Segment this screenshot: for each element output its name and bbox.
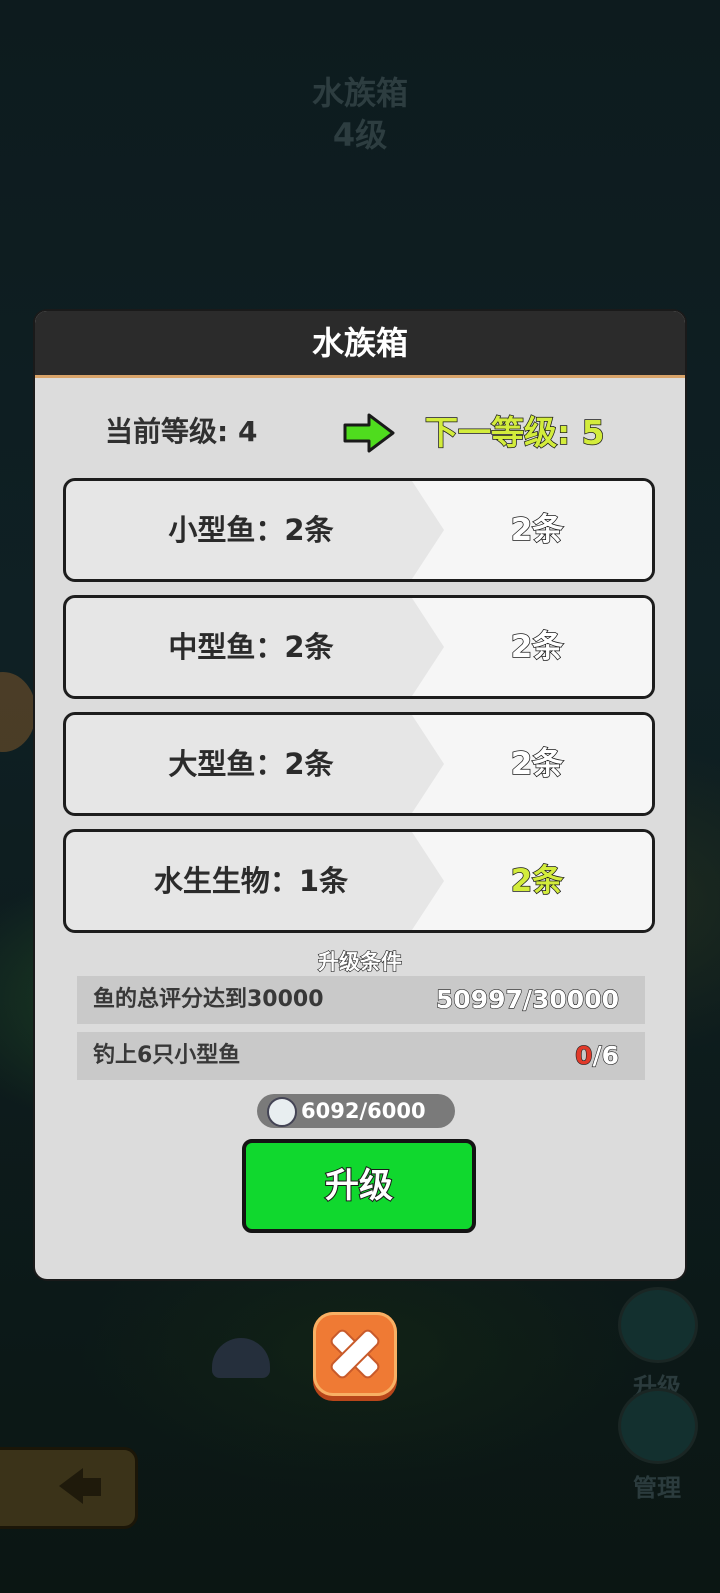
background-title: 水族箱 4级 <box>0 72 720 156</box>
fish-row-medium: 中型鱼：2条 2条 <box>63 595 655 699</box>
side-manage-button[interactable]: 管理 <box>618 1388 698 1503</box>
condition-target: /6 <box>592 1040 620 1070</box>
fish-icon <box>618 1388 698 1464</box>
coin-icon <box>267 1097 297 1127</box>
fish-row-next-value: 2条 <box>510 862 564 900</box>
condition-progress: 0/6 <box>574 1032 620 1080</box>
cost-value: 6092/6000 <box>301 1099 426 1123</box>
fish-row-next-value: 2条 <box>510 628 564 666</box>
fish-row-label: 水生生物：1条 <box>153 864 349 898</box>
fish-row-large: 大型鱼：2条 2条 <box>63 712 655 816</box>
dialog-title: 水族箱 <box>35 311 685 378</box>
fish-row-small: 小型鱼：2条 2条 <box>63 478 655 582</box>
fish-row-label: 小型鱼：2条 <box>168 513 334 547</box>
fishbowl-icon <box>618 1287 698 1363</box>
current-level: 当前等级: 4 <box>105 415 258 448</box>
fish-row-next-value: 2条 <box>510 745 564 783</box>
next-level: 下一等级: 5 <box>424 412 605 453</box>
side-manage-label: 管理 <box>633 1474 681 1502</box>
level-row: 当前等级: 4 下一等级: 5 <box>35 378 685 478</box>
background-title-name: 水族箱 <box>311 74 408 112</box>
background-title-level: 4级 <box>332 116 388 154</box>
upgrade-button[interactable]: 升级 <box>242 1139 476 1233</box>
fish-row-label: 中型鱼：2条 <box>168 630 334 664</box>
upgrade-cost: 6092/6000 <box>257 1094 455 1128</box>
condition-current: 50997 <box>435 984 523 1014</box>
back-button[interactable] <box>0 1447 138 1529</box>
close-button[interactable] <box>313 1312 397 1396</box>
fish-row-next-value: 2条 <box>510 511 564 549</box>
side-upgrade-button[interactable]: 升级 <box>618 1287 698 1402</box>
aquarium-upgrade-dialog: 水族箱 当前等级: 4 下一等级: 5 小型鱼：2条 2条 中型鱼：2条 2条 … <box>35 311 685 1279</box>
green-arrow-right-icon <box>343 413 395 453</box>
condition-target: /30000 <box>522 984 619 1014</box>
condition-row: 钓上6只小型鱼 0/6 <box>77 1032 645 1080</box>
condition-row: 鱼的总评分达到30000 50997/30000 <box>77 976 645 1024</box>
condition-current: 0 <box>574 1040 593 1070</box>
fish-row-label: 大型鱼：2条 <box>168 747 334 781</box>
condition-label: 钓上6只小型鱼 <box>93 1043 241 1068</box>
back-arrow-icon <box>59 1468 83 1504</box>
condition-label: 鱼的总评分达到30000 <box>93 987 324 1012</box>
conditions-title: 升级条件 <box>317 949 402 974</box>
condition-progress: 50997/30000 <box>435 976 619 1024</box>
fish-row-aquatic: 水生生物：1条 2条 <box>63 829 655 933</box>
